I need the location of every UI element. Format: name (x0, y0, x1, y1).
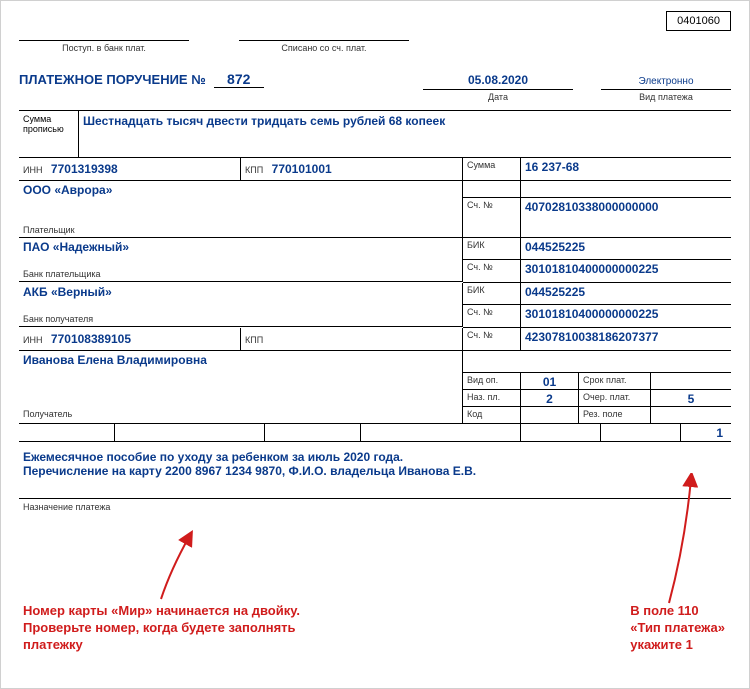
payer-inn: 7701319398 (51, 162, 118, 176)
sum-label: Сумма (463, 158, 521, 180)
field-110: 1 (681, 424, 731, 441)
purpose-line1: Ежемесячное пособие по уходу за ребенком… (23, 450, 727, 464)
form-code: 0401060 (666, 11, 731, 31)
vid-value: Электронно (601, 76, 731, 90)
bank1-schno-label: Сч. № (463, 260, 521, 282)
sum-value: 16 237-68 (521, 158, 731, 180)
vidop-value: 01 (521, 373, 579, 389)
payment-order-form: 0401060 Поступ. в банк плат. Списано со … (0, 0, 750, 689)
recipient-label: Получатель (19, 407, 462, 424)
bank2-name: АКБ «Верный» (23, 285, 112, 299)
spisano-label: Списано со сч. плат. (239, 43, 409, 53)
recip-name: Иванова Елена Владимировна (19, 351, 462, 407)
payer-inn-label: ИНН (23, 165, 42, 175)
callout-right-1: В поле 110 (630, 603, 725, 620)
payer-kpp: 770101001 (272, 162, 332, 176)
recip-schno-label: Сч. № (463, 328, 521, 350)
recip-inn: 770108389105 (51, 332, 131, 346)
vidop-label: Вид оп. (463, 373, 521, 389)
callout-left-1: Номер карты «Мир» начинается на двойку. (23, 603, 300, 620)
purpose-line2: Перечисление на карту 2200 8967 1234 987… (23, 464, 727, 478)
vid-label: Вид платежа (601, 92, 731, 102)
order-number: 872 (214, 71, 264, 88)
bank2-schno: 30101810400000000225 (521, 305, 731, 327)
payer-name: ООО «Аврора» (19, 181, 463, 215)
bank2-bik: 044525225 (521, 283, 731, 304)
postup-label: Поступ. в банк плат. (19, 43, 189, 53)
bank2-schno-label: Сч. № (463, 305, 521, 327)
nazpl-value: 2 (521, 390, 579, 406)
recip-schno: 42307810038186207377 (521, 328, 731, 350)
callout-right-3: укажите 1 (630, 637, 725, 654)
rez-label: Рез. поле (579, 407, 651, 423)
callout-right-2: «Тип платежа» (630, 620, 725, 637)
bank2-bik-label: БИК (463, 283, 521, 304)
purpose-label: Назначение платежа (23, 502, 731, 512)
payer-schno: 40702810338000000000 (521, 198, 731, 215)
nazpl-label: Наз. пл. (463, 390, 521, 406)
callout-left-2: Проверьте номер, когда будете заполнять (23, 620, 300, 637)
ocher-label: Очер. плат. (579, 390, 651, 406)
payer-kpp-label: КПП (245, 165, 263, 175)
recip-inn-label: ИНН (23, 335, 42, 345)
payer-schno-label: Сч. № (463, 198, 521, 215)
ocher-value: 5 (651, 390, 731, 406)
bank2-label: Банк получателя (23, 314, 93, 324)
bank1-bik-label: БИК (463, 238, 521, 259)
sum-words: Шестнадцать тысяч двести тридцать семь р… (79, 111, 731, 157)
arrow-left-icon (141, 529, 201, 609)
form-title: ПЛАТЕЖНОЕ ПОРУЧЕНИЕ № (19, 72, 206, 87)
callout-left-3: платежку (23, 637, 300, 654)
date-label: Дата (423, 92, 573, 102)
kod-label: Код (463, 407, 521, 423)
srok-label: Срок плат. (579, 373, 651, 389)
bank1-bik: 044525225 (521, 238, 731, 259)
recip-kpp-label: КПП (245, 335, 263, 345)
arrow-right-icon (653, 473, 703, 613)
sum-words-label: Сумма прописью (19, 111, 79, 157)
bank1-label: Банк плательщика (23, 269, 101, 279)
bank1-schno: 30101810400000000225 (521, 260, 731, 282)
date-value: 05.08.2020 (423, 73, 573, 90)
payer-label: Плательщик (23, 225, 75, 235)
bank1-name: ПАО «Надежный» (23, 240, 129, 254)
